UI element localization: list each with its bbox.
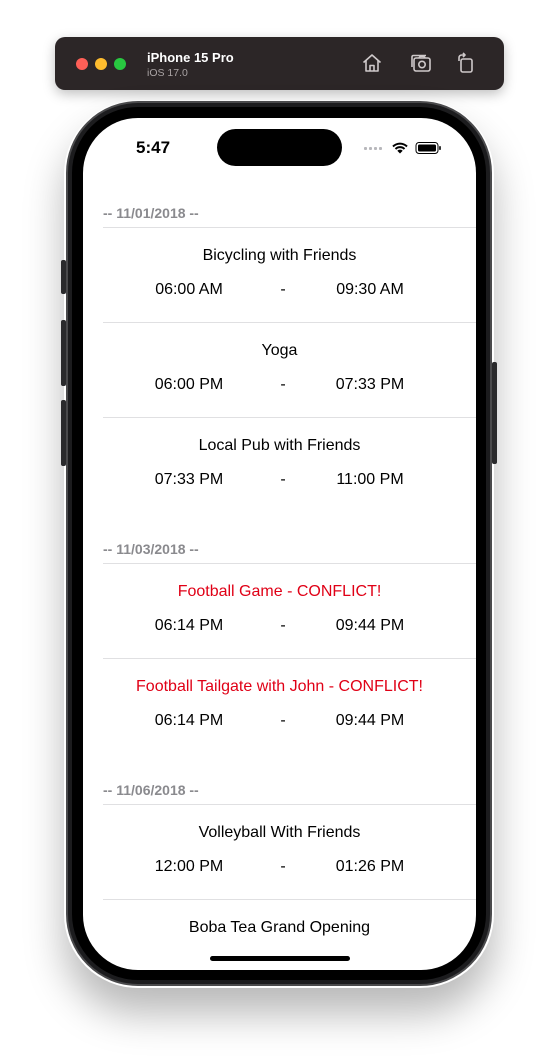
status-icons [363,140,443,156]
event-row[interactable]: Football Game - CONFLICT! 06:14 PM - 09:44 … [103,564,476,658]
simulator-title-bar: iPhone 15 Pro iOS 17.0 [55,37,504,90]
event-row[interactable]: Bicycling with Friends 06:00 AM - 09:30 AM [103,228,476,322]
event-title: Football Game - CONFLICT! [177,583,382,600]
event-end-time: 07:33 PM [335,376,405,393]
section-date: -- 11/03/2018 -- [103,541,199,557]
event-title: Bicycling with Friends [202,247,357,264]
wifi-icon [392,142,408,154]
section-date: -- 11/06/2018 -- [103,782,199,798]
event-title: Boba Tea Grand Opening [188,919,371,936]
event-end-time: 09:30 AM [336,281,404,298]
event-start-time: 06:00 PM [154,376,224,393]
close-window-button[interactable] [76,58,88,70]
event-end-time: 09:44 PM [335,712,405,729]
event-start-time: 06:00 AM [155,281,223,298]
time-separator: - [280,858,286,875]
event-row[interactable]: Volleyball With Friends 12:00 PM - 01:26 PM [103,805,476,899]
rotate-icon[interactable] [454,51,478,75]
event-start-time: 07:33 PM [154,471,224,488]
event-start-time: 06:14 PM [154,617,224,634]
time-separator: - [280,471,286,488]
dynamic-island [217,129,342,166]
section-header: -- 11/03/2018 -- [103,536,476,563]
time-separator: - [280,376,286,393]
event-end-time: 09:44 PM [335,617,405,634]
time-separator: - [280,617,286,634]
event-start-time: 06:14 PM [154,712,224,729]
status-time: 5:47 [136,138,171,157]
event-end-time: 11:00 PM [336,471,404,488]
event-start-time: 12:00 PM [154,858,224,875]
os-version: iOS 17.0 [147,67,188,79]
section-header: -- 11/01/2018 -- [103,200,476,227]
event-title: Football Tailgate with John - CONFLICT! [136,678,423,695]
signal-icon [364,147,382,150]
event-title: Local Pub with Friends [198,437,361,454]
time-separator: - [280,281,286,298]
event-row[interactable]: Yoga 06:00 PM - 07:33 PM [103,323,476,417]
event-end-time: 01:26 PM [335,858,405,875]
device-name: iPhone 15 Pro [147,50,234,65]
screenshot-icon[interactable] [409,51,433,75]
minimize-window-button[interactable] [95,58,107,70]
section-header: -- 11/06/2018 -- [103,777,476,804]
home-indicator[interactable] [210,956,350,961]
time-separator: - [280,712,286,729]
event-title: Volleyball With Friends [198,824,361,841]
phone-screen: 5:47 -- 11/01/2018 -- Bicycling with Frie… [83,118,476,970]
event-title: Yoga [261,342,298,359]
home-icon[interactable] [360,51,384,75]
battery-icon [415,142,441,154]
power-button[interactable] [492,362,497,464]
section-date: -- 11/01/2018 -- [103,205,199,221]
event-row[interactable]: Football Tailgate with John - CONFLICT! 0… [103,659,476,753]
zoom-window-button[interactable] [114,58,126,70]
event-row[interactable]: Local Pub with Friends 07:33 PM - 11:00 PM [103,418,476,512]
events-list[interactable]: -- 11/01/2018 -- Bicycling with Friends 06… [103,200,476,970]
